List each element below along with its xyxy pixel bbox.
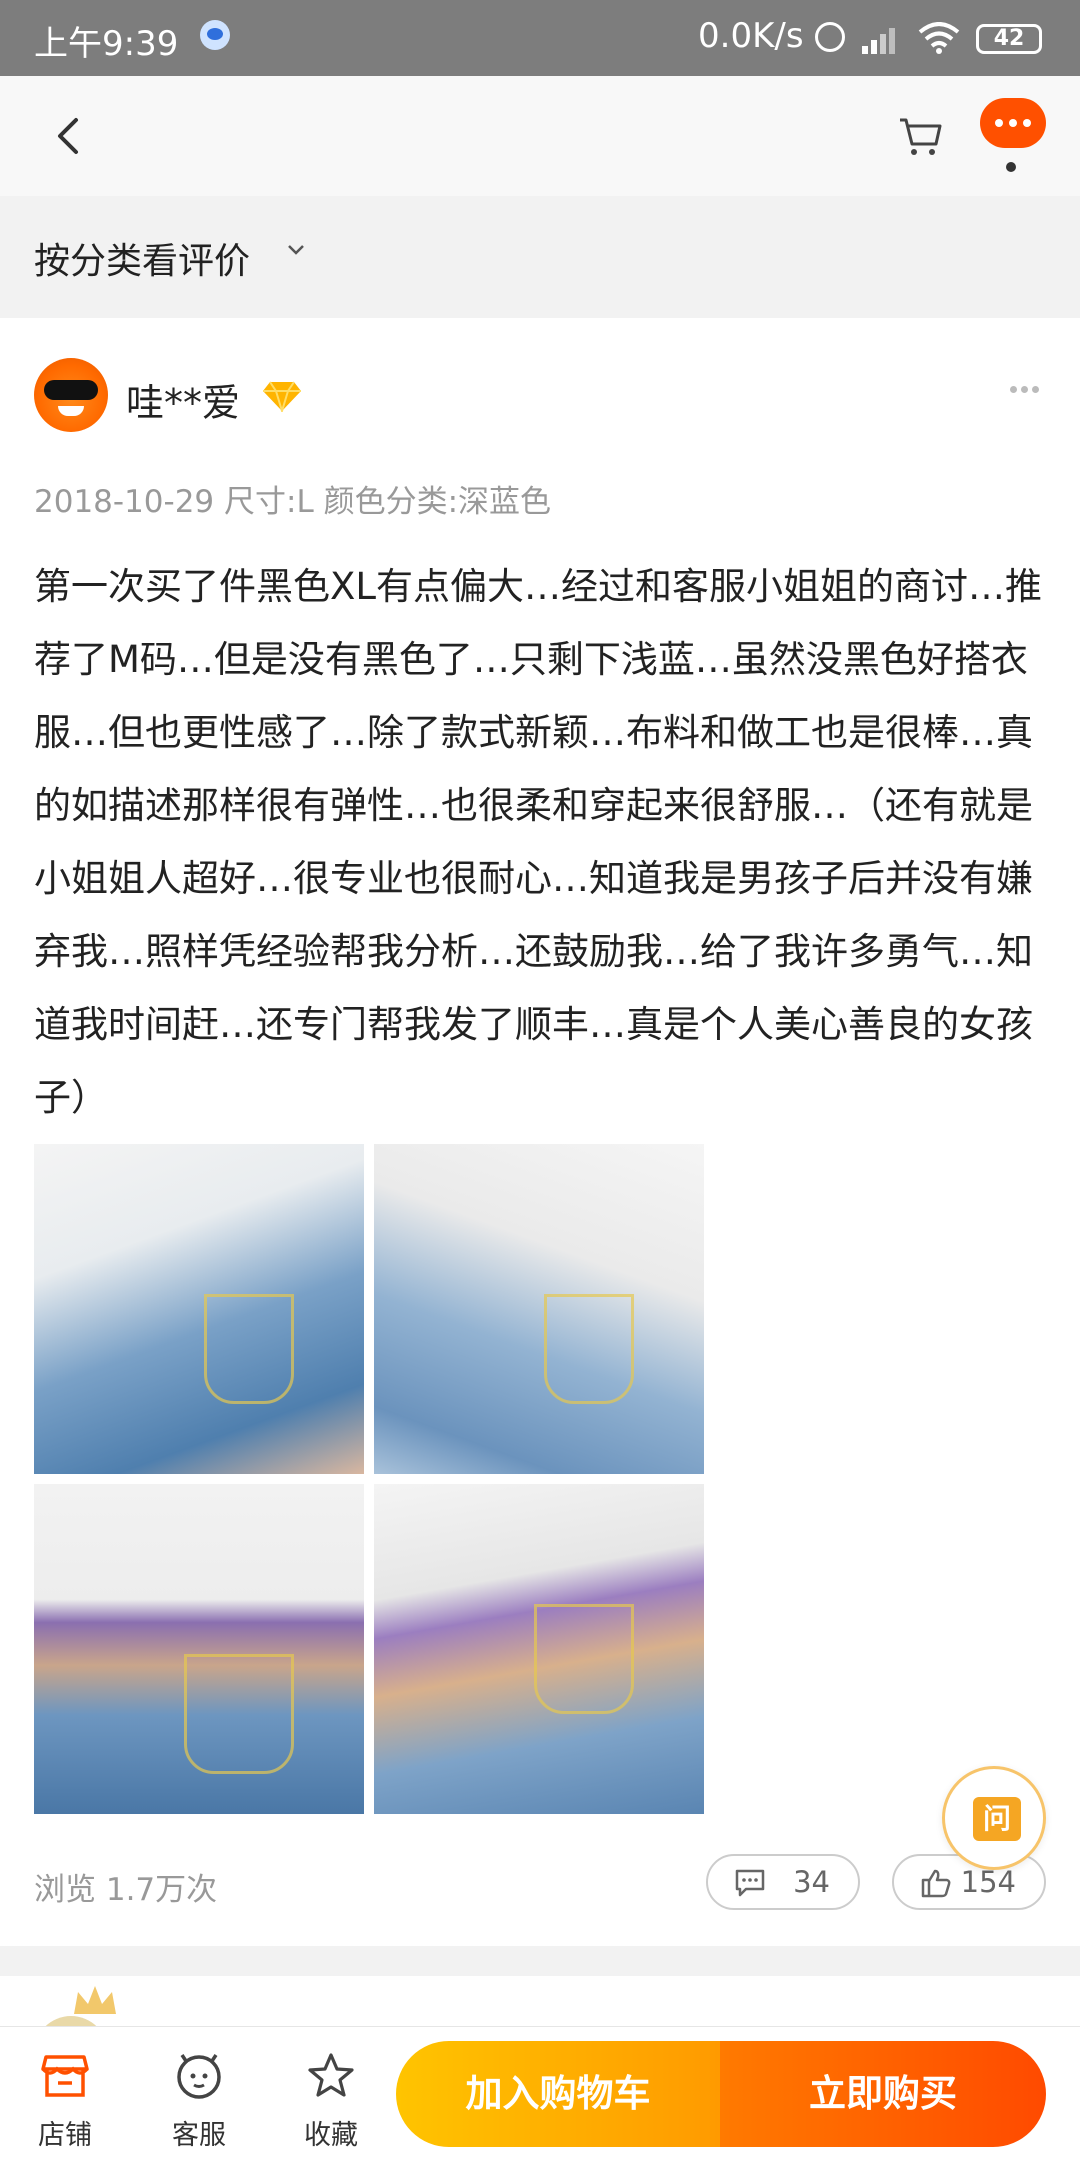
avatar[interactable] (34, 358, 108, 432)
tab-favorite[interactable]: 收藏 (276, 2041, 386, 2151)
reviewer-name[interactable]: 哇**爱 (126, 372, 240, 427)
network-speed: 0.0K/s (698, 16, 804, 56)
alarm-icon (815, 22, 845, 52)
diamond-vip-icon (263, 381, 301, 412)
tab-store[interactable]: 店铺 (10, 2041, 120, 2151)
avatar-mouth-decoration (58, 406, 84, 416)
notification-icon (200, 20, 230, 50)
status-time: 上午9:39 (34, 24, 179, 64)
customer-service-icon (177, 2054, 221, 2099)
review-more-icon[interactable] (1010, 386, 1040, 396)
view-count: 浏览 1.7万次 (34, 1872, 218, 1908)
store-icon (41, 2055, 89, 2097)
review-photo[interactable] (34, 1144, 364, 1474)
review-photo-gallery (34, 1144, 706, 1816)
add-to-cart-button[interactable]: 加入购物车 (396, 2041, 720, 2147)
more-dots-icon[interactable] (980, 98, 1046, 148)
review-meta: 2018-10-29 尺寸:L 颜色分类:深蓝色 (34, 484, 552, 520)
ask-question-button[interactable]: 问 (942, 1766, 1046, 1870)
signal-icon (862, 24, 906, 54)
chevron-left-icon[interactable] (50, 116, 90, 156)
tab-store-label: 店铺 (38, 2120, 92, 2151)
review-photo[interactable] (374, 1144, 704, 1474)
tab-favorite-label: 收藏 (304, 2120, 358, 2151)
review-text: 第一次买了件黑色XL有点偏大…经过和客服小姐姐的商讨…推荐了M码…但是没有黑色了… (34, 565, 1042, 1119)
review-photo[interactable] (34, 1484, 364, 1814)
battery-indicator: 42 (976, 24, 1042, 54)
category-filter[interactable]: 按分类看评价 (0, 196, 1080, 318)
tab-service-label: 客服 (172, 2120, 226, 2151)
avatar-mask-decoration (44, 380, 98, 400)
cart-icon[interactable] (896, 112, 944, 160)
bottom-action-bar: 店铺 客服 收藏 加入购物车 立即购买 (0, 2026, 1080, 2160)
page-indicator-dot (1006, 162, 1016, 172)
crown-icon (74, 1986, 116, 2014)
tab-customer-service[interactable]: 客服 (144, 2041, 254, 2151)
review-photo[interactable] (374, 1484, 704, 1814)
comment-button[interactable]: 34 (706, 1854, 860, 1910)
wifi-icon (918, 22, 960, 54)
category-filter-label: 按分类看评价 (34, 241, 251, 282)
review-page: 上午9:39 0.0K/s 42 按分类看评价 哇**爱 2018-10-29 … (0, 0, 1080, 2160)
comment-count: 34 (793, 1865, 830, 1899)
status-bar: 上午9:39 0.0K/s 42 (0, 0, 1080, 76)
nav-bar (0, 76, 1080, 196)
chevron-down-icon (288, 245, 304, 255)
buy-now-button[interactable]: 立即购买 (720, 2041, 1046, 2147)
ask-label: 问 (973, 1797, 1021, 1841)
thumbs-up-icon (921, 1869, 951, 1898)
comment-icon (735, 1869, 765, 1897)
star-icon (308, 2053, 354, 2097)
review-card: 哇**爱 2018-10-29 尺寸:L 颜色分类:深蓝色 第一次买了件黑色XL… (0, 318, 1080, 1946)
